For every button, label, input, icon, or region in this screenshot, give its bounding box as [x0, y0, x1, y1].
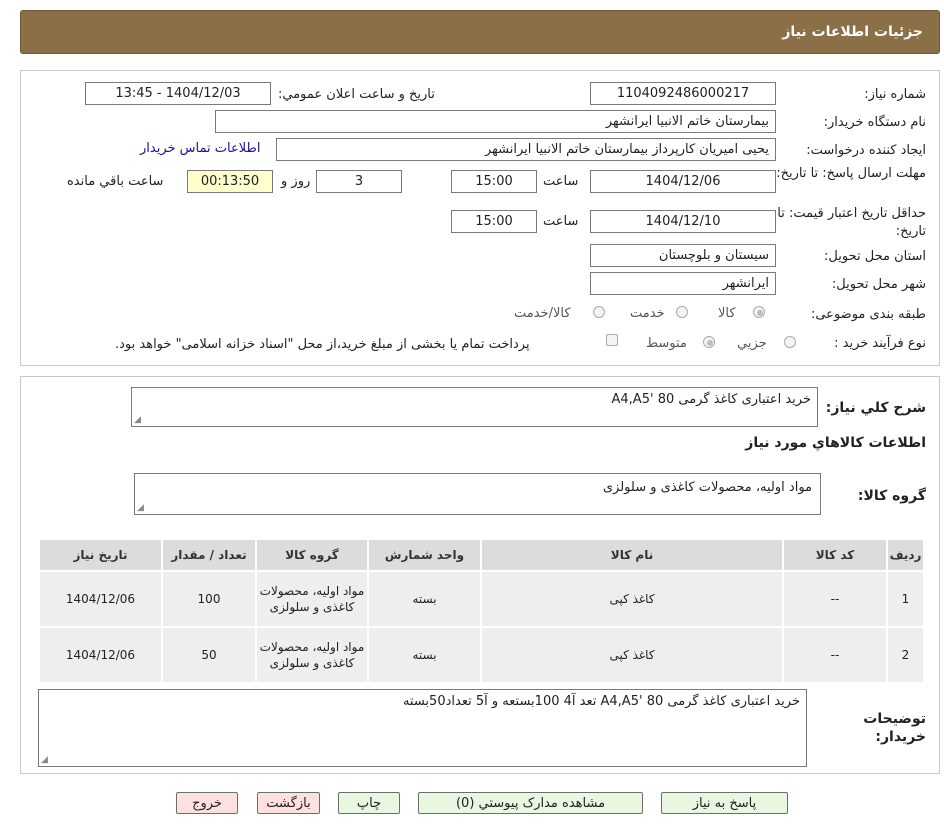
col-header-name: نام کالا — [480, 538, 784, 572]
days-field: 3 — [316, 170, 402, 193]
goods-info-title: اطلاعات کالاهاي مورد نياز — [745, 435, 926, 451]
announce-label: تاریخ و ساعت اعلان عمومي: — [278, 87, 435, 102]
validity-time-field: 15:00 — [451, 210, 537, 233]
process-radio-minor[interactable] — [784, 336, 796, 348]
deadline-time-field: 15:00 — [451, 170, 537, 193]
buyer-notes-textarea[interactable]: خرید اعتباری کاغذ گرمی 80 'A4,A5 تعد آ4 … — [38, 689, 807, 767]
buyer-org-field: بیمارستان خاتم الانبیا ایرانشهر — [215, 110, 776, 133]
col-header-row-number: رديف — [886, 538, 925, 572]
cell-name: کاغذ کپی — [480, 626, 784, 684]
col-header-date: تاريخ نياز — [38, 538, 163, 572]
cell-code: -- — [782, 570, 888, 628]
category-radio-both[interactable] — [593, 306, 605, 318]
items-table: رديف کد کالا نام کالا واحد شمارش گروه کا… — [38, 538, 925, 684]
category-option-goods: کالا — [718, 306, 736, 321]
need-desc-label: شرح کلي نياز: — [825, 400, 926, 416]
cell-code: -- — [782, 626, 888, 684]
payment-note: پرداخت تمام يا بخشی از مبلغ خريد،از محل … — [115, 337, 530, 352]
reply-button[interactable]: پاسخ به نياز — [661, 792, 788, 814]
cell-row-number: 2 — [886, 626, 925, 684]
need-number-label: شماره نیاز: — [864, 87, 926, 102]
remaining-label: ساعت باقي مانده — [67, 174, 164, 189]
goods-group-textarea[interactable]: مواد اولیه، محصولات کاغذی و سلولزی ◢ — [134, 473, 821, 515]
exit-button[interactable]: خروج — [176, 792, 238, 814]
cell-quantity: 50 — [161, 626, 257, 684]
process-option-medium: متوسط — [646, 336, 687, 351]
col-header-code: کد کالا — [782, 538, 888, 572]
city-label: شهر محل تحويل: — [831, 277, 926, 292]
treasury-checkbox[interactable] — [606, 334, 618, 346]
resize-handle-icon[interactable]: ◢ — [137, 503, 144, 513]
category-radio-goods[interactable] — [753, 306, 765, 318]
deadline-label: مهلت ارسال پاسخ: تا تاريخ: — [776, 166, 926, 181]
process-label: نوع فرآيند خريد : — [834, 336, 926, 351]
attachments-button[interactable]: مشاهده مدارک پيوستي (0) — [418, 792, 643, 814]
province-label: استان محل تحويل: — [824, 249, 926, 264]
creator-label: ايجاد کننده درخواست: — [806, 143, 926, 158]
validity-label: حداقل تاريخ اعتبار قيمت: تا تاريخ: — [777, 206, 926, 239]
resize-handle-icon[interactable]: ◢ — [134, 415, 141, 425]
page-title: جزئیات اطلاعات نیاز — [782, 24, 923, 40]
city-field: ايرانشهر — [590, 272, 776, 295]
province-field: سيستان و بلوچستان — [590, 244, 776, 267]
back-button[interactable]: بازگشت — [257, 792, 320, 814]
need-number-field: 1104092486000217 — [590, 82, 776, 105]
col-header-quantity: تعداد / مقدار — [161, 538, 257, 572]
buyer-org-label: نام دستگاه خريدار: — [823, 115, 926, 130]
table-header-row: رديف کد کالا نام کالا واحد شمارش گروه کا… — [38, 538, 925, 572]
buyer-contact-link[interactable]: اطلاعات تماس خريدار — [140, 141, 260, 156]
category-label: طبقه بندی موضوعی: — [810, 307, 926, 322]
resize-handle-icon[interactable]: ◢ — [41, 755, 48, 765]
category-option-service: خدمت — [630, 306, 665, 321]
cell-unit: بسته — [367, 626, 482, 684]
category-option-both: کالا/خدمت — [514, 306, 571, 321]
cell-date: 1404/12/06 — [38, 570, 163, 628]
cell-date: 1404/12/06 — [38, 626, 163, 684]
cell-quantity: 100 — [161, 570, 257, 628]
days-label: روز و — [281, 174, 311, 189]
goods-group-label: گروه کالا: — [857, 488, 926, 504]
page-header: جزئیات اطلاعات نیاز — [20, 10, 940, 54]
validity-date-field: 1404/12/10 — [590, 210, 776, 233]
process-radio-medium[interactable] — [703, 336, 715, 348]
validity-time-label: ساعت — [543, 214, 579, 229]
table-row[interactable]: 1 -- کاغذ کپی بسته مواد اولیه، محصولات ک… — [38, 570, 925, 628]
deadline-time-label: ساعت — [543, 174, 579, 189]
cell-name: کاغذ کپی — [480, 570, 784, 628]
table-row[interactable]: 2 -- کاغذ کپی بسته مواد اولیه، محصولات ک… — [38, 626, 925, 684]
process-option-minor: جزيي — [737, 336, 767, 351]
col-header-group: گروه کالا — [255, 538, 369, 572]
cell-unit: بسته — [367, 570, 482, 628]
items-table-wrapper: رديف کد کالا نام کالا واحد شمارش گروه کا… — [38, 538, 925, 684]
col-header-unit: واحد شمارش — [367, 538, 482, 572]
creator-field: یحیی امیریان کارپرداز بیمارستان خاتم الا… — [276, 138, 776, 161]
cell-row-number: 1 — [886, 570, 925, 628]
need-desc-textarea[interactable]: خرید اعتباری کاغذ گرمی 80 'A4,A5 ◢ — [131, 387, 818, 427]
cell-group: مواد اولیه، محصولات کاغذی و سلولزی — [255, 570, 369, 628]
remaining-time-field: 00:13:50 — [187, 170, 273, 193]
cell-group: مواد اولیه، محصولات کاغذی و سلولزی — [255, 626, 369, 684]
deadline-date-field: 1404/12/06 — [590, 170, 776, 193]
print-button[interactable]: چاپ — [338, 792, 400, 814]
announce-field: 1404/12/03 - 13:45 — [85, 82, 271, 105]
category-radio-service[interactable] — [676, 306, 688, 318]
buyer-notes-label: توضيحات خريدار: — [863, 711, 926, 745]
